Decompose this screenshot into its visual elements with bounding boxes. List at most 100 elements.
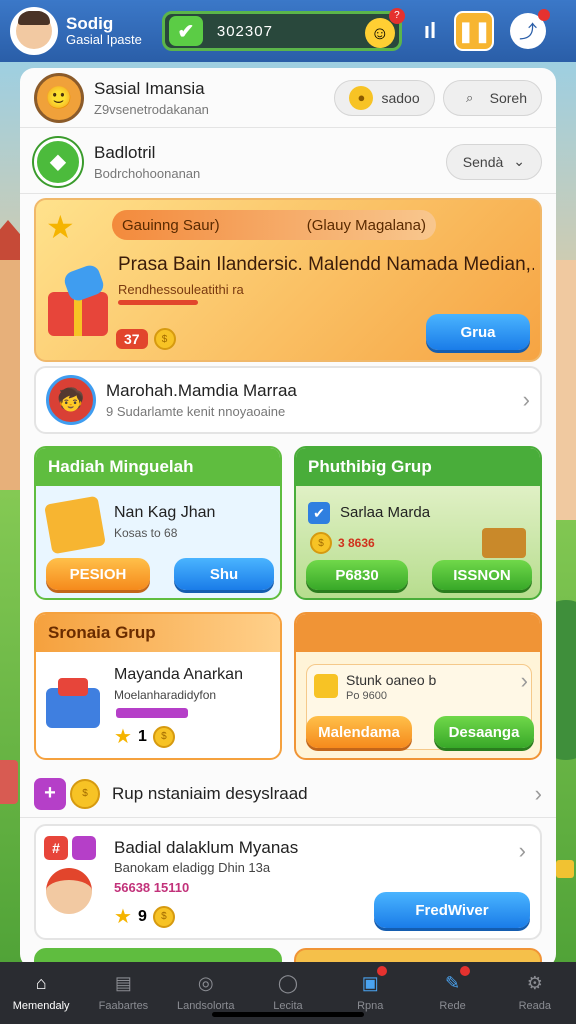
group-text: Badlotril Bodrchohoonanan	[94, 143, 200, 181]
card-sronaia-stars: ★ 1 $	[114, 724, 175, 749]
coin-icon: ●	[349, 85, 374, 110]
user-avatar[interactable]	[10, 7, 58, 55]
card-phuthing: Phuthibig Grup ✔ Sarlaa Marda $ 3 8636 P…	[294, 446, 542, 600]
card-hadiah-btn-right[interactable]: Shu	[174, 558, 274, 590]
banner-tag-strip: Gauinng Saur) (Glauy Magalana)	[112, 210, 436, 240]
rup-title: Rup nstaniaim desyslraad	[112, 783, 308, 803]
group-select-label: Sendà	[462, 153, 504, 170]
coin-icon: $	[152, 905, 175, 928]
coins-pill[interactable]: ● sadoo	[334, 79, 435, 116]
card-stunk-subtitle: Po 9600	[346, 690, 387, 702]
group-icon: ◆	[34, 137, 82, 186]
card-phuthing-btn-right[interactable]: ISSNON	[432, 560, 532, 590]
group-select[interactable]: Sendà ⌄	[445, 143, 542, 180]
box-icon	[44, 495, 106, 555]
chevron-right-icon: ›	[520, 668, 528, 693]
profile-text: Sasial Imansia Z9vsenetrodakanan	[94, 79, 209, 117]
group-title: Badlotril	[94, 142, 156, 162]
nav-item-edit[interactable]: ✎ Rede	[411, 962, 493, 1024]
share-icon: ⤴	[519, 22, 538, 42]
card-hadiah-btn-left[interactable]: PESIOH	[46, 558, 150, 590]
nav-badge	[377, 966, 388, 976]
coin-icon: $	[152, 725, 175, 748]
group-row[interactable]: ◆ Badlotril Bodrchohoonanan Sendà ⌄	[20, 130, 556, 194]
pause-icon: ❚❚	[457, 20, 491, 43]
card-stunk-btn-right[interactable]: Desaanga	[434, 716, 534, 748]
search-pill[interactable]: ⌕ Soreh	[442, 79, 542, 116]
star-icon: ★	[114, 906, 132, 928]
tasks-icon: ▣	[357, 966, 388, 996]
progress-value: 302307	[216, 22, 273, 40]
card-hadiah-title: Nan Kag Jhan	[114, 504, 216, 521]
member-text: Marohah.Mamdia Marraa 9 Sudarlamte kenit…	[106, 381, 297, 419]
card-phuthing-btn-left[interactable]: P6830	[306, 560, 408, 590]
banner-divider	[118, 300, 198, 305]
profile-face-icon: 🙂	[45, 84, 73, 110]
card-sronaia-divider	[116, 708, 188, 718]
nav-label: Memendaly	[12, 1000, 70, 1012]
hashtag-icon: #	[44, 836, 68, 860]
nav-label: Reada	[518, 1000, 552, 1012]
nav-label: Landsolorta	[176, 1000, 235, 1012]
chat-icon: ◯	[277, 972, 299, 993]
badial-stars-value: 9	[137, 907, 147, 925]
profile-subtitle: Z9vsenetrodakanan	[94, 101, 209, 117]
hand-icon	[314, 674, 338, 698]
crate-right	[556, 860, 574, 878]
share-button[interactable]: ⤴	[510, 9, 551, 49]
checkbox-icon[interactable]: ✔	[308, 502, 330, 524]
member-title: Marohah.Mamdia Marraa	[106, 381, 297, 400]
group-logo-icon: ◆	[50, 151, 66, 173]
nav-item-settings[interactable]: ⚙ Reada	[494, 962, 576, 1024]
banner-headline: Prasa Bain Ilandersic. Malendd Namada Me…	[118, 254, 534, 275]
search-pill-label: Soreh	[489, 89, 527, 106]
member-avatar: 🧒	[46, 375, 96, 425]
brand: Sodig Gasial Ipaste	[66, 14, 142, 48]
rup-row[interactable]: + $ Rup nstaniaim desyslraad ›	[20, 770, 556, 818]
nav-item-home[interactable]: ⌂ Memendaly	[0, 962, 82, 1024]
card-phuthing-header: Phuthibig Grup	[296, 448, 540, 486]
member-row[interactable]: 🧒 Marohah.Mamdia Marraa 9 Sudarlamte ken…	[34, 366, 542, 434]
nav-label: Faabartes	[98, 1000, 149, 1012]
card-phuthing-points-value: 3 8636	[338, 536, 375, 550]
badial-title: Badial dalaklum Myanas	[114, 838, 299, 857]
profile-name: Sasial Imansia	[94, 78, 205, 98]
chevron-down-icon: ⌄	[513, 153, 525, 169]
signal-bars-icon: ıl	[423, 18, 437, 43]
plus-icon: +	[34, 777, 66, 810]
progress-bar: ✔ 302307 ☺ ?	[161, 8, 405, 51]
globe-icon: ◎	[197, 972, 214, 993]
pause-button[interactable]: ❚❚	[454, 11, 495, 51]
badial-points: 56638 15110	[114, 880, 190, 895]
card-sronaia-title: Mayanda Anarkan	[114, 666, 243, 683]
card-stunk-header	[296, 614, 540, 652]
brand-title: Sodig	[66, 13, 114, 33]
banner-subline: Rendhessouleatithi ra	[118, 282, 244, 297]
player-avatar-icon	[46, 868, 92, 914]
badial-subtitle: Banokam eladigg Dhin 13a	[114, 860, 271, 875]
card-hadiah: Hadiah Minguelah Nan Kag Jhan Kosas to 6…	[34, 446, 282, 600]
chevron-right-icon: ›	[534, 780, 542, 806]
banner-tag-right: (Glauy Magalana)	[306, 216, 426, 234]
card-sronaia-subtitle: Moelanharadidyfon	[114, 688, 217, 702]
card-sronaia-header: Sronaia Grup	[36, 614, 280, 652]
badial-stars: ★ 9 $	[114, 904, 175, 929]
nav-item-notes[interactable]: ▤ Faabartes	[82, 962, 164, 1024]
gift-icon	[44, 262, 114, 338]
card-stunk-btn-left[interactable]: Malendama	[306, 716, 412, 748]
card-hadiah-header: Hadiah Minguelah	[36, 448, 280, 486]
profile-avatar[interactable]: 🙂	[34, 72, 84, 123]
nav-label: Rpna	[357, 1000, 384, 1012]
nav-label: Lecita	[273, 1000, 303, 1012]
notification-badge: ?	[388, 8, 405, 24]
profile-row: 🙂 Sasial Imansia Z9vsenetrodakanan ● sad…	[20, 68, 556, 128]
coin-icon: $	[70, 778, 100, 809]
star-icon: ★	[114, 726, 132, 748]
member-subtitle: 9 Sudarlamte kenit nnoyaoaine	[106, 404, 286, 419]
smiley-icon[interactable]: ☺	[364, 18, 395, 48]
badial-button[interactable]: FredWiver	[374, 892, 530, 928]
crate-left	[0, 760, 18, 804]
treasure-icon	[46, 674, 104, 732]
share-badge	[538, 9, 551, 21]
banner-button[interactable]: Grua	[426, 314, 530, 350]
